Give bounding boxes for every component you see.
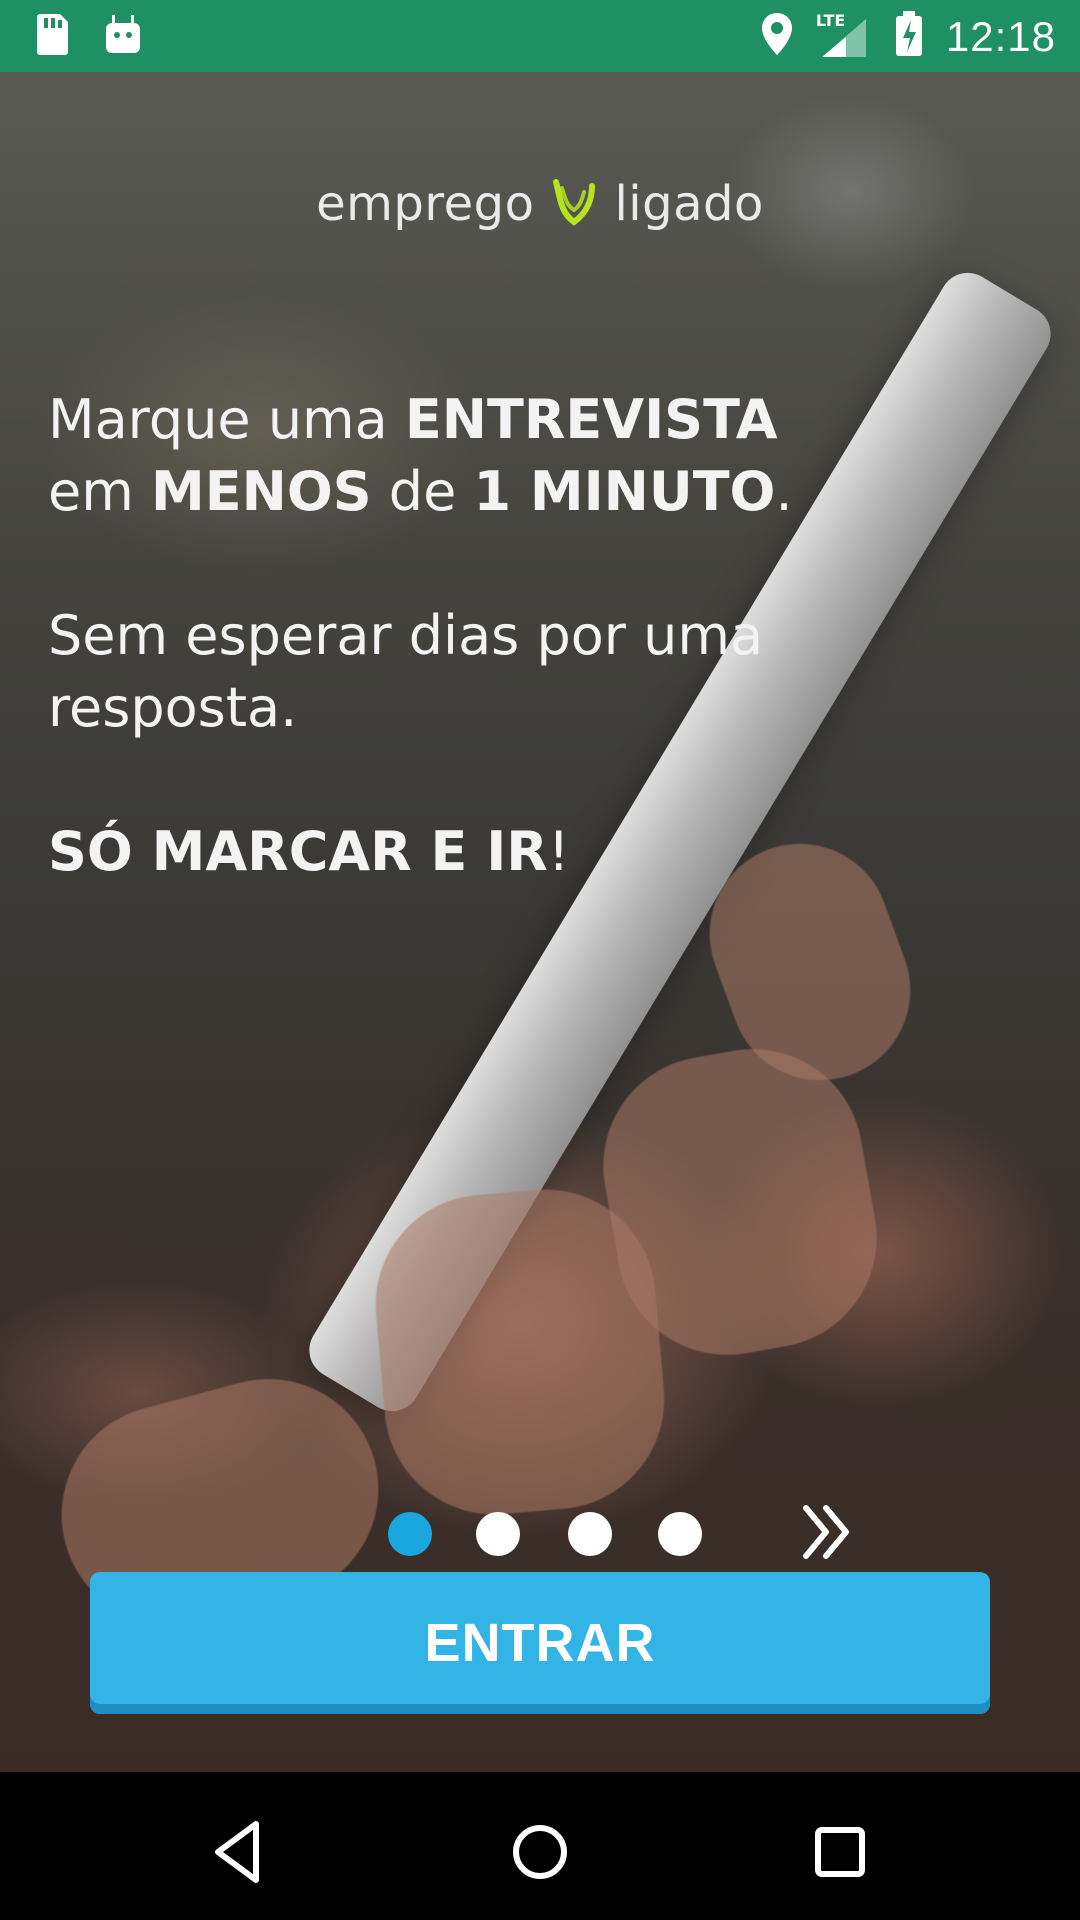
logo-text-left: emprego: [316, 176, 535, 232]
onboarding-copy: Marque uma ENTREVISTA em MENOS de 1 MINU…: [48, 384, 868, 888]
page-indicator-dot[interactable]: [568, 1512, 612, 1556]
battery-charging-icon: [894, 10, 924, 63]
app-logo: emprego ligado: [0, 144, 1080, 264]
page-indicator-dot[interactable]: [476, 1512, 520, 1556]
copy-line: SÓ MARCAR E IR!: [48, 816, 868, 888]
copy-text: !: [547, 820, 570, 883]
logo-text-right: ligado: [614, 176, 764, 232]
copy-text: Marque uma: [48, 388, 405, 451]
entrar-button[interactable]: ENTRAR: [90, 1572, 990, 1714]
status-right-icons: LTE 12:18: [760, 10, 1056, 63]
copy-text: .: [775, 460, 793, 523]
copy-text: de: [371, 460, 474, 523]
page-indicator-dot[interactable]: [388, 1512, 432, 1556]
page-indicator-dot[interactable]: [658, 1512, 702, 1556]
status-bar: LTE 12:18: [0, 0, 1080, 72]
copy-emphasis: SÓ MARCAR E IR: [48, 820, 548, 883]
finger-shape: [366, 1180, 674, 1524]
copy-line: Marque uma ENTREVISTA: [48, 384, 868, 456]
system-nav-bar: [0, 1772, 1080, 1920]
lte-signal-icon: LTE: [815, 10, 872, 61]
copy-emphasis: 1 MINUTO: [473, 460, 776, 523]
status-left-icons: [34, 12, 142, 61]
lte-label: LTE: [815, 10, 846, 30]
copy-line: em MENOS de 1 MINUTO.: [48, 456, 868, 528]
location-icon: [760, 11, 794, 62]
clock: 12:18: [945, 12, 1056, 60]
copy-text: em: [48, 460, 151, 523]
copy-line: Sem esperar dias por uma: [48, 604, 764, 667]
onboarding-pager: [0, 1504, 1080, 1564]
double-chevron-right-icon[interactable]: [798, 1496, 858, 1568]
home-circle-icon[interactable]: [500, 1812, 580, 1892]
copy-line: resposta.: [48, 676, 298, 739]
recents-square-icon[interactable]: [800, 1812, 880, 1892]
copy-emphasis: MENOS: [151, 460, 372, 523]
hero-background: emprego ligado Marque uma ENTREVISTA em …: [0, 72, 1080, 1772]
android-debug-icon: [104, 13, 142, 60]
emprego-ligado-logo-mark-icon: [548, 176, 600, 232]
copy-emphasis: ENTREVISTA: [404, 388, 778, 451]
entrar-button-label: ENTRAR: [424, 1613, 656, 1673]
back-triangle-icon[interactable]: [200, 1812, 280, 1892]
sd-card-icon: [34, 12, 70, 61]
